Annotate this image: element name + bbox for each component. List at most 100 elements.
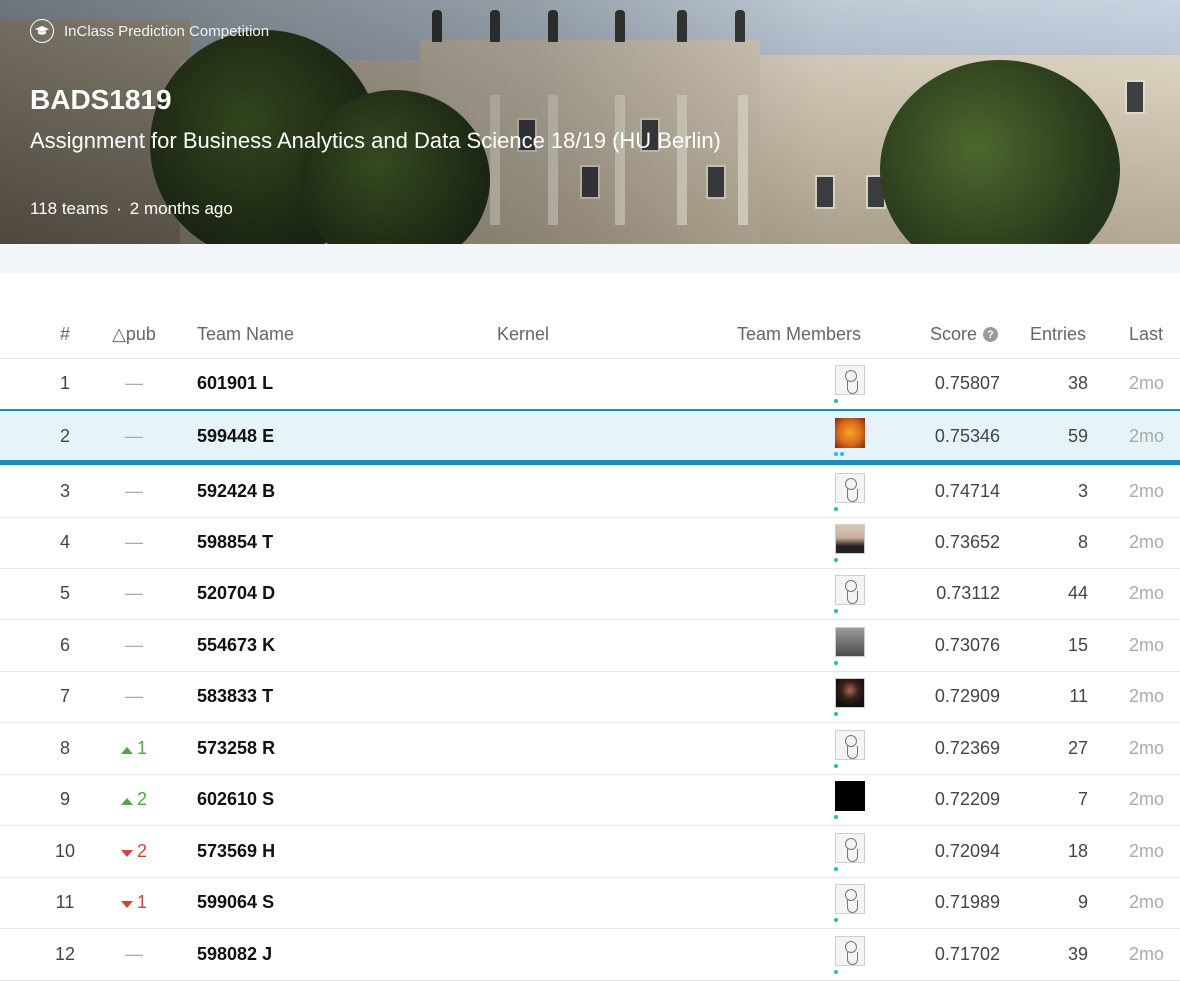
rank-change-none: —: [125, 686, 143, 706]
rank-change-value: 1: [136, 738, 147, 758]
avatar[interactable]: [835, 574, 865, 605]
team-members-cell: [833, 723, 867, 774]
table-row[interactable]: 9 2 602610 S 0.72209 7 2mo: [0, 774, 1180, 826]
rank-change-none: —: [125, 532, 143, 552]
team-name[interactable]: 599064 S: [197, 877, 274, 928]
avatar[interactable]: [835, 883, 865, 914]
score-cell: 0.73076: [934, 635, 1000, 655]
team-name[interactable]: 554673 K: [197, 620, 275, 671]
entries-cell: 11: [1069, 686, 1088, 706]
competition-meta: 118 teams · 2 months ago: [30, 199, 233, 219]
last-submission-cell: 2mo: [1128, 944, 1164, 964]
table-row[interactable]: 6 — 554673 K 0.73076 15 2mo: [0, 620, 1180, 672]
avatar[interactable]: [835, 677, 865, 708]
score-cell: 0.72094: [934, 841, 1000, 861]
score-cell: 0.75346: [934, 426, 1000, 446]
header-kernel[interactable]: Kernel: [497, 324, 549, 345]
table-row[interactable]: 4 — 598854 T 0.73652 8 2mo: [0, 517, 1180, 569]
avatar[interactable]: [835, 832, 865, 863]
team-name[interactable]: 601901 L: [197, 358, 273, 409]
avatar[interactable]: [835, 626, 865, 657]
competition-type-label: InClass Prediction Competition: [64, 22, 270, 40]
table-row-highlighted[interactable]: 2 — 599448 E 0.75346 59 2mo: [0, 409, 1180, 465]
avatar[interactable]: [835, 780, 865, 811]
tier-indicator: [833, 711, 838, 716]
header-team-members: Team Members: [737, 324, 862, 344]
score-cell: 0.74714: [934, 481, 1000, 501]
tier-indicator: [833, 557, 838, 562]
team-members-cell: [833, 466, 867, 517]
team-name[interactable]: 602610 S: [197, 774, 274, 825]
score-cell: 0.72369: [934, 738, 1000, 758]
header-entries[interactable]: Entries: [1030, 324, 1086, 345]
leaderboard-header: # △pub Team Name Kernel Team Members Sco…: [0, 316, 1180, 359]
header-rank[interactable]: #: [30, 324, 100, 345]
team-name[interactable]: 599448 E: [197, 411, 274, 462]
entries-cell: 44: [1067, 583, 1088, 603]
entries-cell: 3: [1077, 481, 1088, 501]
avatar[interactable]: [835, 729, 865, 760]
rank-change-cell: —: [100, 620, 168, 671]
entries-cell: 9: [1077, 892, 1088, 912]
avatar[interactable]: [835, 935, 865, 966]
avatar[interactable]: [835, 472, 865, 503]
arrow-down-icon: [120, 850, 133, 857]
tier-indicator: [833, 866, 838, 871]
header-last[interactable]: Last: [1129, 324, 1163, 345]
rank-change-cell: —: [100, 568, 168, 619]
table-row[interactable]: 10 2 573569 H 0.72094 18 2mo: [0, 826, 1180, 878]
tier-indicator: [833, 660, 838, 665]
team-name[interactable]: 573258 R: [197, 723, 275, 774]
tier-indicator: [833, 398, 838, 403]
graduation-cap-icon: [30, 19, 54, 43]
competition-subtitle: Assignment for Business Analytics and Da…: [30, 128, 721, 153]
arrow-up-icon: [120, 747, 133, 754]
team-members-cell: [833, 620, 867, 671]
avatar[interactable]: [835, 364, 865, 395]
avatar[interactable]: [835, 417, 865, 448]
competition-type: InClass Prediction Competition: [30, 19, 269, 43]
score-cell: 0.71989: [934, 892, 1000, 912]
last-submission-cell: 2mo: [1128, 892, 1164, 912]
rank-change-down: 1: [120, 892, 147, 913]
team-name[interactable]: 520704 D: [197, 568, 275, 619]
team-name[interactable]: 598854 T: [197, 517, 273, 568]
table-row[interactable]: 1 — 601901 L 0.75807 38 2mo: [0, 358, 1180, 410]
header-team-name[interactable]: Team Name: [197, 324, 294, 345]
rank-change-none: —: [125, 583, 143, 603]
last-submission-cell: 2mo: [1128, 738, 1164, 758]
rank-cell: 4: [59, 532, 70, 552]
rank-change-none: —: [125, 373, 143, 393]
team-members-cell: [833, 517, 867, 568]
header-score[interactable]: Score ?: [930, 324, 999, 345]
header-band: [0, 244, 1180, 273]
table-row[interactable]: 12 — 598082 J 0.71702 39 2mo: [0, 929, 1180, 981]
table-row[interactable]: 5 — 520704 D 0.73112 44 2mo: [0, 568, 1180, 620]
tier-indicator: [833, 506, 838, 511]
avatar[interactable]: [835, 523, 865, 554]
team-name[interactable]: 583833 T: [197, 671, 273, 722]
team-name[interactable]: 598082 J: [197, 929, 272, 980]
table-row[interactable]: 3 — 592424 B 0.74714 3 2mo: [0, 466, 1180, 518]
score-cell: 0.72909: [934, 686, 1000, 706]
table-row[interactable]: 11 1 599064 S 0.71989 9 2mo: [0, 877, 1180, 929]
rank-cell: 7: [59, 686, 70, 706]
last-submission-cell: 2mo: [1128, 635, 1164, 655]
rank-change-none: —: [125, 944, 143, 964]
team-name[interactable]: 592424 B: [197, 466, 275, 517]
rank-cell: 12: [54, 944, 76, 964]
table-row[interactable]: 8 1 573258 R 0.72369 27 2mo: [0, 723, 1180, 775]
header-delta[interactable]: △pub: [100, 324, 168, 345]
score-cell: 0.73652: [934, 532, 1000, 552]
competition-age: 2 months ago: [129, 199, 233, 218]
table-row[interactable]: 7 — 583833 T 0.72909 11 2mo: [0, 671, 1180, 723]
team-members-cell: [833, 411, 867, 462]
entries-cell: 59: [1067, 426, 1088, 446]
help-icon[interactable]: ?: [983, 327, 999, 342]
entries-cell: 39: [1067, 944, 1088, 964]
last-submission-cell: 2mo: [1128, 373, 1164, 393]
score-cell: 0.72209: [934, 789, 1000, 809]
arrow-down-icon: [120, 901, 133, 908]
team-name[interactable]: 573569 H: [197, 826, 275, 877]
last-submission-cell: 2mo: [1128, 426, 1164, 446]
